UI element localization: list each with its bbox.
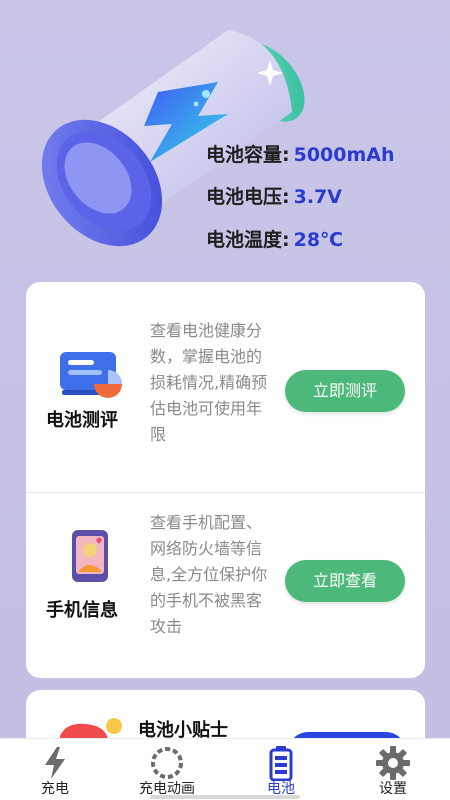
tab-battery[interactable]: 电池 [236, 739, 326, 800]
phone-info-section: 手机信息 查看手机配置、网络防火墙等信息,全方位保护你的手机不被黑客攻击 立即查… [26, 492, 425, 678]
phone-info-title: 手机信息 [46, 600, 118, 621]
spec-temperature: 电池温度: 28℃ [206, 225, 343, 252]
phone-info-description: 查看手机配置、网络防火墙等信息,全方位保护你的手机不被黑客攻击 [150, 513, 268, 636]
home-indicator [150, 795, 300, 799]
battery-screen: 电池容量: 5000mAh 电池电压: 3.7V 电池温度: 28℃ 电池测评 查看电… [0, 0, 450, 800]
tab-settings-label: 设置 [379, 781, 407, 797]
lightning-icon [45, 747, 65, 779]
battery-hero: 电池容量: 5000mAh 电池电压: 3.7V 电池温度: 28℃ [0, 0, 450, 282]
gear-icon [376, 746, 410, 780]
tab-settings[interactable]: 设置 [348, 739, 438, 800]
spec-temperature-label: 电池温度: [206, 229, 290, 251]
evaluate-now-button[interactable]: 立即测评 [285, 370, 405, 412]
phone-info-icon [72, 530, 108, 582]
battery-report-icon [60, 352, 122, 398]
tab-charge[interactable]: 充电 [10, 739, 100, 800]
spec-voltage-value: 3.7V [293, 186, 342, 208]
loading-ring-icon [151, 747, 183, 779]
spec-temperature-value: 28℃ [293, 229, 344, 251]
spec-capacity: 电池容量: 5000mAh [206, 140, 395, 167]
battery-icon [269, 746, 293, 781]
spec-capacity-value: 5000mAh [293, 144, 395, 166]
feature-card: 电池测评 查看电池健康分数，掌握电池的损耗情况,精确预估电池可使用年限 立即测评… [26, 282, 425, 678]
tab-charge-label: 充电 [41, 781, 69, 797]
spec-capacity-label: 电池容量: [206, 144, 290, 166]
battery-report-section: 电池测评 查看电池健康分数，掌握电池的损耗情况,精确预估电池可使用年限 立即测评 [26, 282, 425, 492]
bottom-tab-bar: 充电 充电动画 电池 设置 [0, 738, 450, 800]
spec-voltage: 电池电压: 3.7V [206, 182, 342, 209]
battery-report-description: 查看电池健康分数，掌握电池的损耗情况,精确预估电池可使用年限 [150, 321, 268, 444]
tab-charge-animation[interactable]: 充电动画 [122, 739, 212, 800]
battery-illustration-icon [41, 30, 305, 247]
view-now-button[interactable]: 立即查看 [285, 560, 405, 602]
battery-report-title: 电池测评 [46, 410, 118, 431]
spec-voltage-label: 电池电压: [206, 186, 290, 208]
